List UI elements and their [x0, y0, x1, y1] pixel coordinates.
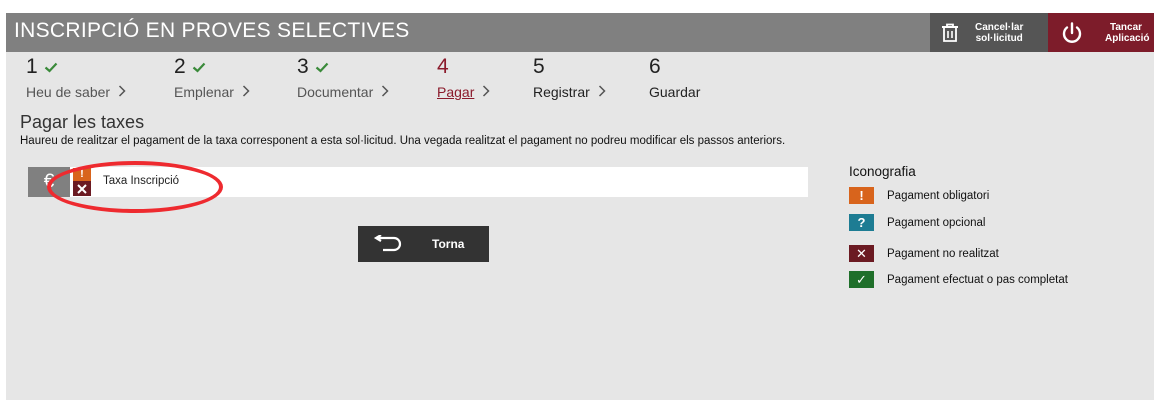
step-number: 1: [26, 55, 38, 78]
step-2[interactable]: 2 Emplenar: [174, 55, 250, 100]
check-icon: [192, 55, 206, 79]
section-description: Haureu de realitzar el pagament de la ta…: [20, 135, 786, 147]
cancel-label-line1: Cancel·lar: [975, 21, 1024, 33]
app-frame: INSCRIPCIÓ EN PROVES SELECTIVES Cancel·l…: [6, 0, 1154, 400]
section-title: Pagar les taxes: [20, 112, 145, 132]
check-icon: ✓: [849, 271, 874, 288]
close-label-line2: Aplicació: [1105, 32, 1150, 44]
legend-item-label: Pagament opcional: [887, 216, 986, 229]
close-label-line1: Tancar: [1110, 21, 1143, 33]
step-label: Guardar: [649, 84, 701, 100]
cross-icon: ✕: [849, 245, 874, 262]
step-number: 6: [649, 55, 661, 78]
cancel-label-line2: sol·licitud: [975, 32, 1023, 44]
cancel-request-button[interactable]: Cancel·lar sol·licitud: [930, 13, 1048, 52]
legend-item: ✓ Pagament efectuat o pas completat: [849, 271, 1068, 288]
legend-item-label: Pagament no realitzat: [887, 247, 999, 260]
app-header: INSCRIPCIÓ EN PROVES SELECTIVES Cancel·l…: [6, 13, 1154, 52]
chevron-right-icon: [598, 84, 606, 100]
step-5[interactable]: 5 Registrar: [533, 55, 606, 100]
back-button[interactable]: Torna: [358, 226, 489, 262]
step-6[interactable]: 6 Guardar: [649, 55, 700, 100]
legend-item-label: Pagament obligatori: [887, 189, 990, 202]
check-icon: [315, 55, 329, 79]
step-number: 2: [174, 55, 186, 78]
step-1[interactable]: 1 Heu de saber: [26, 55, 126, 100]
return-arrow-icon: [370, 235, 404, 253]
legend-title: Iconografia: [849, 164, 916, 179]
top-strip: [6, 0, 1154, 13]
step-number: 4: [437, 55, 449, 78]
legend-item: ! Pagament obligatori: [849, 187, 989, 204]
chevron-right-icon: [118, 84, 126, 100]
question-icon: ?: [849, 214, 874, 231]
chevron-right-icon: [381, 84, 389, 100]
step-label: Emplenar: [174, 84, 234, 100]
check-icon: [44, 55, 58, 79]
legend-item: ✕ Pagament no realitzat: [849, 245, 999, 262]
legend-item: ? Pagament opcional: [849, 214, 985, 231]
highlight-circle: [47, 161, 223, 213]
close-app-button[interactable]: Tancar Aplicació: [1048, 13, 1154, 52]
step-label: Registrar: [533, 84, 590, 100]
legend-item-label: Pagament efectuat o pas completat: [887, 273, 1068, 286]
chevron-right-icon: [482, 84, 490, 100]
app-title: INSCRIPCIÓ EN PROVES SELECTIVES: [14, 19, 410, 42]
step-4[interactable]: 4 Pagar: [437, 55, 490, 100]
step-3[interactable]: 3 Documentar: [297, 55, 389, 100]
icon-legend: Iconografia ! Pagament obligatori ? Paga…: [849, 164, 1068, 288]
chevron-right-icon: [242, 84, 250, 100]
back-button-label: Torna: [432, 237, 465, 251]
step-number: 3: [297, 55, 309, 78]
step-label: Heu de saber: [26, 84, 111, 100]
exclamation-icon: !: [849, 187, 874, 204]
step-label: Pagar: [437, 84, 475, 100]
step-progress: 1 Heu de saber 2 Emplenar 3 Documentar 4…: [6, 55, 906, 105]
trash-icon: [939, 22, 961, 44]
step-number: 5: [533, 55, 545, 78]
step-label: Documentar: [297, 84, 374, 100]
power-icon: [1060, 21, 1084, 45]
